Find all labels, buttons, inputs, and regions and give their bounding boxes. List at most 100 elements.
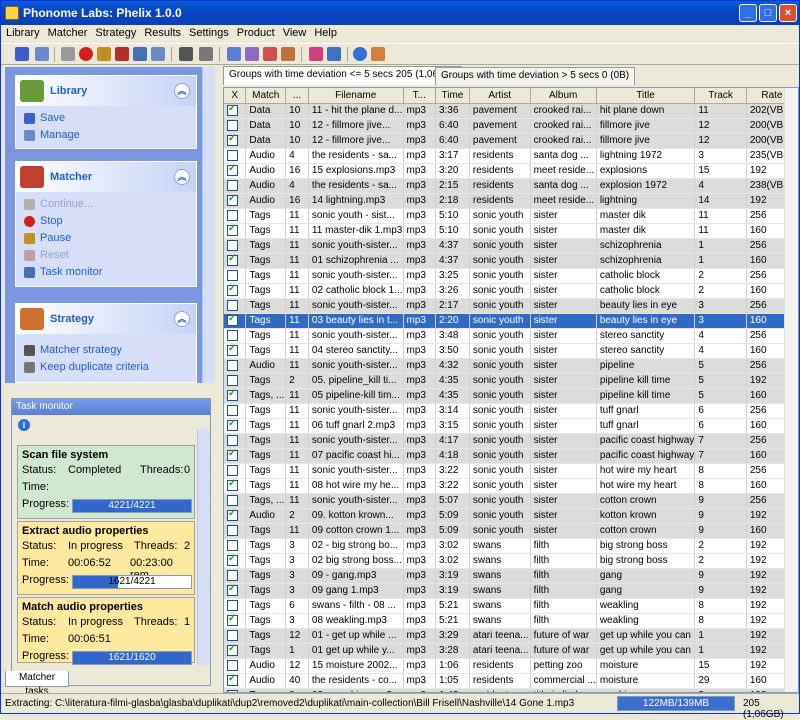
- table-row[interactable]: Tags 11 sonic youth-sister... mp3 3:14 sonic …: [224, 403, 798, 419]
- table-row[interactable]: Data1011 - hit the plane d...mp33:36pave…: [224, 103, 798, 119]
- column-header[interactable]: ...: [285, 88, 309, 104]
- menu-results[interactable]: Results: [139, 25, 184, 39]
- checkbox-cell[interactable]: [224, 673, 247, 689]
- checkbox-cell[interactable]: [224, 328, 247, 344]
- checkbox-cell[interactable]: [224, 658, 247, 674]
- minimize-button[interactable]: _: [739, 4, 757, 22]
- select-checkbox[interactable]: [227, 359, 238, 371]
- sidebar-item-stop[interactable]: Stop: [16, 213, 196, 230]
- checkbox-cell[interactable]: [224, 118, 247, 134]
- menu-library[interactable]: Library: [1, 25, 43, 39]
- checkbox-cell[interactable]: [224, 613, 247, 629]
- checkbox-cell[interactable]: [224, 313, 247, 329]
- table-row[interactable]: Tags, ... 11 sonic youth-sister... mp3 5:07 s…: [224, 493, 798, 509]
- table-row[interactable]: Audio1614 lightning.mp3mp32:18residentsm…: [224, 193, 798, 209]
- select-checkbox[interactable]: [227, 313, 238, 326]
- checkbox-cell[interactable]: [224, 388, 247, 404]
- select-checkbox[interactable]: [227, 133, 238, 146]
- info-icon[interactable]: i: [18, 419, 30, 431]
- criteria-icon[interactable]: [199, 47, 213, 61]
- column-header[interactable]: Match: [245, 88, 287, 104]
- pause-icon[interactable]: [97, 47, 111, 61]
- menu-view[interactable]: View: [278, 25, 310, 39]
- checkbox-cell[interactable]: [224, 358, 247, 374]
- table-row[interactable]: Tags 6 swans - filth - 08 ... mp3 5:21 swans f…: [224, 598, 798, 614]
- checkbox-cell[interactable]: [224, 373, 247, 389]
- checkbox-cell[interactable]: [224, 628, 247, 644]
- select-checkbox[interactable]: [227, 149, 238, 161]
- select-checkbox[interactable]: [227, 643, 238, 656]
- select-checkbox[interactable]: [227, 434, 238, 446]
- select-checkbox[interactable]: [227, 299, 238, 311]
- checkbox-cell[interactable]: [224, 268, 247, 284]
- checkbox-cell[interactable]: [224, 478, 247, 494]
- about-icon[interactable]: [371, 47, 385, 61]
- checkbox-cell[interactable]: [224, 463, 247, 479]
- select-checkbox[interactable]: [227, 283, 238, 296]
- library-header[interactable]: Library ︽: [16, 76, 196, 106]
- checkbox-cell[interactable]: [224, 553, 247, 569]
- select-checkbox[interactable]: [227, 179, 238, 191]
- sidebar-item-matcher-strategy[interactable]: Matcher strategy: [16, 342, 196, 359]
- table-row[interactable]: Tags1108 hot wire my he...mp33:22sonic y…: [224, 478, 798, 494]
- select-checkbox[interactable]: [227, 629, 238, 641]
- select-checkbox[interactable]: [227, 343, 238, 356]
- table-row[interactable]: Tags1111 master-dik 1.mp3mp35:10sonic yo…: [224, 223, 798, 239]
- sidebar-item-continue[interactable]: Continue...: [16, 196, 196, 213]
- table-row[interactable]: Tags309 gang 1.mp3mp33:19swansfilthgang9…: [224, 583, 798, 599]
- settings-icon[interactable]: [309, 47, 323, 61]
- table-row[interactable]: Tags308 weakling.mp3mp35:21swansfilthwea…: [224, 613, 798, 629]
- select-checkbox[interactable]: [227, 613, 238, 626]
- select-checkbox[interactable]: [227, 253, 238, 266]
- list-icon[interactable]: [151, 47, 165, 61]
- table-scrollbar[interactable]: [784, 88, 798, 692]
- select-checkbox[interactable]: [227, 478, 238, 491]
- collapse-chevron-icon[interactable]: ︽: [174, 169, 190, 185]
- column-header[interactable]: Artist: [469, 88, 531, 104]
- checkbox-cell[interactable]: [224, 448, 247, 464]
- menu-product[interactable]: Product: [232, 25, 278, 39]
- strategy-icon[interactable]: [179, 47, 193, 61]
- checkbox-cell[interactable]: [224, 403, 247, 419]
- table-row[interactable]: Tags1103 beauty lies in t...mp32:20sonic…: [224, 313, 798, 329]
- checkbox-cell[interactable]: [224, 508, 247, 524]
- select-checkbox[interactable]: [227, 269, 238, 281]
- select-checkbox[interactable]: [227, 539, 238, 551]
- table-row[interactable]: Tags302 big strong boss...mp33:02swansfi…: [224, 553, 798, 569]
- tab-groups-le-5[interactable]: Groups with time deviation <= 5 secs 205…: [223, 66, 462, 85]
- checkbox-cell[interactable]: [224, 103, 247, 119]
- checkbox-cell[interactable]: [224, 343, 247, 359]
- checkbox-cell[interactable]: [224, 223, 247, 239]
- table-row[interactable]: Tags 3 02 - big strong bo... mp3 3:02 swans fi…: [224, 538, 798, 554]
- checkbox-cell[interactable]: [224, 208, 247, 224]
- collapse-chevron-icon[interactable]: ︽: [174, 83, 190, 99]
- delete-icon[interactable]: [263, 47, 277, 61]
- task-monitor-icon[interactable]: [133, 47, 147, 61]
- maximize-button[interactable]: □: [759, 4, 777, 22]
- checkbox-cell[interactable]: [224, 568, 247, 584]
- table-row[interactable]: Tags 11 sonic youth-sister... mp3 4:37 sonic …: [224, 238, 798, 254]
- select-checkbox[interactable]: [227, 524, 238, 536]
- checkbox-cell[interactable]: [224, 598, 247, 614]
- table-row[interactable]: Tags 11 sonic youth-sister... mp3 4:17 sonic …: [224, 433, 798, 449]
- save-icon[interactable]: [15, 47, 29, 61]
- table-row[interactable]: Tags 11 sonic youth-sister... mp3 3:22 sonic …: [224, 463, 798, 479]
- checkbox-cell[interactable]: [224, 253, 247, 269]
- table-row[interactable]: Data1012 - fillmore jive...mp36:40paveme…: [224, 133, 798, 149]
- column-header[interactable]: Time: [435, 88, 470, 104]
- checkbox-cell[interactable]: [224, 148, 247, 164]
- checkbox-cell[interactable]: [224, 298, 247, 314]
- column-header[interactable]: Track: [694, 88, 747, 104]
- checkbox-cell[interactable]: [224, 238, 247, 254]
- select-checkbox[interactable]: [227, 464, 238, 476]
- menu-strategy[interactable]: Strategy: [90, 25, 139, 39]
- table-row[interactable]: Tags 2 05. pipeline_kill ti... mp3 4:35 sonic…: [224, 373, 798, 389]
- collapse-chevron-icon[interactable]: ︽: [174, 311, 190, 327]
- close-button[interactable]: ×: [779, 4, 797, 22]
- column-header[interactable]: Filename: [308, 88, 404, 104]
- table-row[interactable]: Audio 4 the residents - sa... mp3 3:17 reside…: [224, 148, 798, 164]
- select-checkbox[interactable]: [227, 418, 238, 431]
- task-pane-scrollbar[interactable]: [202, 67, 215, 383]
- select-checkbox[interactable]: [227, 404, 238, 416]
- table-row[interactable]: Audio 4 the residents - sa... mp3 2:15 reside…: [224, 178, 798, 194]
